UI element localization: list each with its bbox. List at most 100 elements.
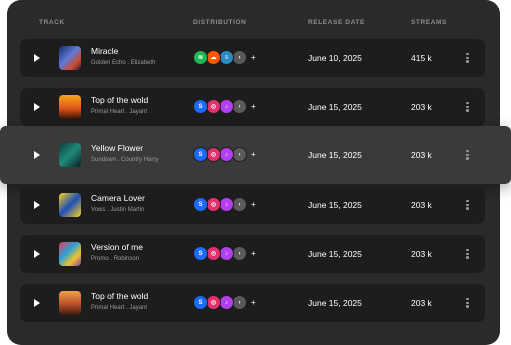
more-options-icon[interactable]	[466, 248, 469, 260]
stream-count: 203 k	[411, 249, 432, 259]
spotify-icon[interactable]: ≋	[193, 50, 208, 65]
more-platforms-icon[interactable]: ›	[232, 50, 247, 65]
stream-count: 203 k	[411, 298, 432, 308]
distribution-icons: S ◎ ♪ › +	[193, 295, 256, 310]
shazam-icon[interactable]: S	[193, 295, 208, 310]
itunes-icon[interactable]: ♪	[219, 99, 234, 114]
track-row[interactable]: Yellow Flower Sundown . Country Harry S ◎…	[0, 126, 511, 184]
shazam-icon[interactable]: S	[193, 197, 208, 212]
album-name: Promo	[91, 256, 109, 262]
more-platforms-icon[interactable]: ›	[232, 197, 247, 212]
more-platforms-icon[interactable]: ›	[232, 99, 247, 114]
more-options-icon[interactable]	[466, 297, 469, 309]
add-platform-button[interactable]: +	[251, 102, 256, 111]
more-options-icon[interactable]	[466, 101, 469, 113]
distribution-icons: ≋ ☁ ≡ › +	[193, 50, 256, 65]
column-header-streams: STREAMS	[411, 19, 447, 26]
track-row[interactable]: Version of me Promo . Robinson S ◎ ♪ › + Jun…	[20, 235, 485, 273]
artist-name[interactable]: Elizabeth	[131, 60, 156, 66]
artist-name[interactable]: Country Harry	[121, 157, 158, 163]
artist-name[interactable]: Jayant	[129, 305, 147, 311]
play-icon[interactable]	[34, 151, 40, 159]
more-options-icon[interactable]	[466, 149, 469, 161]
track-title[interactable]: Miracle	[91, 46, 118, 56]
more-platforms-icon[interactable]: ›	[232, 295, 247, 310]
add-platform-button[interactable]: +	[251, 200, 256, 209]
deezer-icon[interactable]: ≡	[219, 50, 234, 65]
instagram-icon[interactable]: ◎	[206, 147, 221, 162]
track-row[interactable]: Top of the wold Primal Heart . Jayant S ◎…	[20, 88, 485, 126]
play-icon[interactable]	[34, 299, 40, 307]
instagram-icon[interactable]: ◎	[206, 99, 221, 114]
more-platforms-icon[interactable]: ›	[232, 246, 247, 261]
separator: .	[127, 60, 130, 66]
track-title[interactable]: Top of the wold	[91, 291, 148, 301]
album-art	[59, 46, 81, 70]
more-platforms-icon[interactable]: ›	[232, 147, 247, 162]
instagram-icon[interactable]: ◎	[206, 246, 221, 261]
play-icon[interactable]	[34, 250, 40, 258]
track-title[interactable]: Yellow Flower	[91, 143, 143, 153]
track-title[interactable]: Top of the wold	[91, 95, 148, 105]
shazam-icon[interactable]: S	[193, 147, 208, 162]
album-name: Vows	[91, 207, 106, 213]
add-platform-button[interactable]: +	[251, 298, 256, 307]
track-title[interactable]: Version of me	[91, 242, 143, 252]
track-subtitle: Sundown . Country Harry	[91, 157, 158, 163]
release-date: June 15, 2025	[308, 200, 362, 210]
track-subtitle: Vows . Justin Martin	[91, 207, 144, 213]
artist-name[interactable]: Justin Martin	[110, 207, 144, 213]
album-name: Golden Echo	[91, 60, 126, 66]
play-icon[interactable]	[34, 54, 40, 62]
album-name: Sundown	[91, 157, 117, 163]
column-header-release-date: RELEASE DATE	[308, 19, 365, 26]
artist-name[interactable]: Jayant	[129, 109, 147, 115]
itunes-icon[interactable]: ♪	[219, 147, 234, 162]
column-header-distribution: DISTRIBUTION	[193, 19, 247, 26]
play-icon[interactable]	[34, 201, 40, 209]
artist-name[interactable]: Robinson	[114, 256, 139, 262]
album-art	[59, 242, 81, 266]
more-options-icon[interactable]	[466, 199, 469, 211]
album-art	[59, 143, 81, 167]
release-date: June 15, 2025	[308, 150, 362, 160]
instagram-icon[interactable]: ◎	[206, 295, 221, 310]
distribution-icons: S ◎ ♪ › +	[193, 147, 256, 162]
album-art	[59, 95, 81, 119]
instagram-icon[interactable]: ◎	[206, 197, 221, 212]
add-platform-button[interactable]: +	[251, 249, 256, 258]
distribution-icons: S ◎ ♪ › +	[193, 197, 256, 212]
itunes-icon[interactable]: ♪	[219, 197, 234, 212]
album-name: Primal Heart	[91, 109, 125, 115]
release-date: June 15, 2025	[308, 249, 362, 259]
more-options-icon[interactable]	[466, 52, 469, 64]
release-date: June 15, 2025	[308, 298, 362, 308]
track-title[interactable]: Camera Lover	[91, 193, 145, 203]
add-platform-button[interactable]: +	[251, 53, 256, 62]
separator: .	[126, 305, 128, 311]
stream-count: 203 k	[411, 102, 432, 112]
column-header-track: TRACK	[39, 19, 65, 26]
itunes-icon[interactable]: ♪	[219, 246, 234, 261]
track-subtitle: Golden Echo . Elizabeth	[91, 60, 155, 66]
shazam-icon[interactable]: S	[193, 99, 208, 114]
itunes-icon[interactable]: ♪	[219, 295, 234, 310]
album-art	[59, 193, 81, 217]
track-row[interactable]: Miracle Golden Echo . Elizabeth ≋ ☁ ≡ › + Ju…	[20, 39, 485, 77]
track-row[interactable]: Camera Lover Vows . Justin Martin S ◎ ♪ › + …	[20, 186, 485, 224]
play-icon[interactable]	[34, 103, 40, 111]
release-date: June 10, 2025	[308, 53, 362, 63]
distribution-icons: S ◎ ♪ › +	[193, 99, 256, 114]
shazam-icon[interactable]: S	[193, 246, 208, 261]
release-date: June 15, 2025	[308, 102, 362, 112]
separator: .	[110, 256, 113, 262]
track-subtitle: Promo . Robinson	[91, 256, 139, 262]
separator: .	[107, 207, 109, 213]
track-subtitle: Primal Heart . Jayant	[91, 305, 147, 311]
stream-count: 203 k	[411, 200, 432, 210]
soundcloud-icon[interactable]: ☁	[206, 50, 221, 65]
album-name: Primal Heart	[91, 305, 125, 311]
track-row[interactable]: Top of the wold Primal Heart . Jayant S ◎…	[20, 284, 485, 322]
separator: .	[117, 157, 120, 163]
add-platform-button[interactable]: +	[251, 150, 256, 159]
